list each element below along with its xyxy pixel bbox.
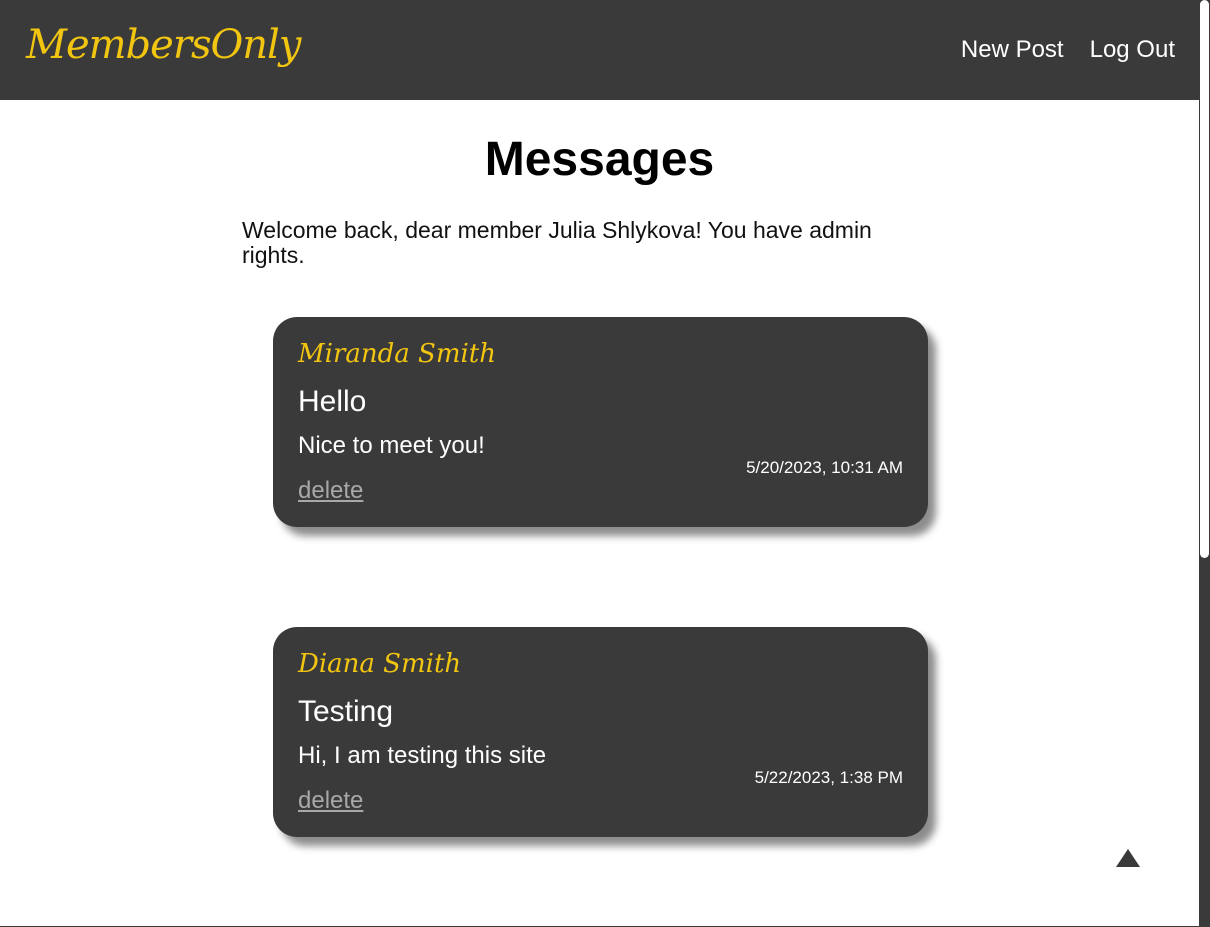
message-body: Hi, I am testing this site [298,742,547,769]
welcome-message: Welcome back, dear member Julia Shlykova… [242,217,872,268]
message-timestamp: 5/22/2023, 1:38 PM [754,768,903,787]
message-author: Miranda Smith [298,339,496,369]
message-card: Diana Smith Testing Hi, I am testing thi… [273,627,928,837]
message-body: Nice to meet you! [298,432,485,459]
log-out-link[interactable]: Log Out [1090,36,1175,64]
message-title: Testing [298,695,394,728]
vertical-scrollbar[interactable] [1199,0,1210,927]
delete-message-link[interactable]: delete [298,477,363,505]
new-post-link[interactable]: New Post [961,36,1064,64]
message-timestamp: 5/20/2023, 10:31 AM [746,458,903,477]
site-logo[interactable]: MembersOnly [26,22,301,68]
arrow-up-icon[interactable] [1116,849,1140,867]
page-viewport: MembersOnly New Post Log Out Messages We… [0,0,1199,927]
delete-message-link[interactable]: delete [298,787,363,815]
navbar: MembersOnly New Post Log Out [0,0,1199,100]
message-author: Diana Smith [298,649,462,679]
message-title: Hello [298,385,367,418]
nav-links: New Post Log Out [961,36,1175,64]
scrollbar-thumb[interactable] [1200,0,1209,558]
message-card: Miranda Smith Hello Nice to meet you! 5/… [273,317,928,527]
page-title: Messages [484,133,715,186]
